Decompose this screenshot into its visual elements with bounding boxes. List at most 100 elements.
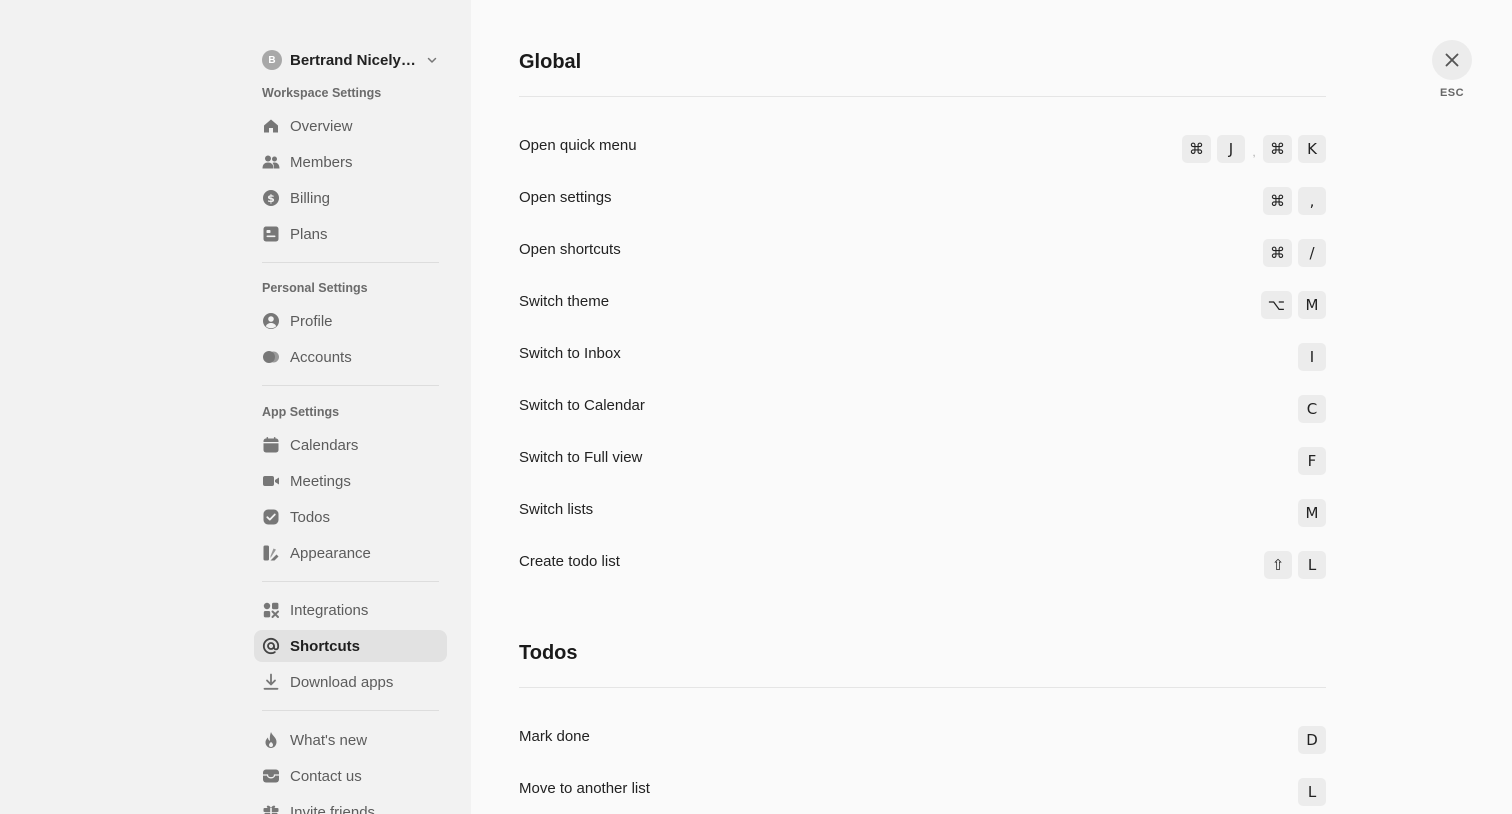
close-control: ESC — [1431, 40, 1473, 99]
key-cap: / — [1298, 239, 1326, 267]
sidebar-item-integrations[interactable]: Integrations — [254, 594, 447, 626]
key-cap: J — [1217, 135, 1245, 163]
sidebar-item-shortcuts[interactable]: Shortcuts — [254, 630, 447, 662]
settings-app: B Bertrand Nicelyd... Workspace Settings… — [0, 0, 1512, 814]
sidebar-item-label: Plans — [290, 225, 328, 243]
sidebar-item-todos[interactable]: Todos — [254, 501, 447, 533]
section-divider — [519, 687, 1326, 688]
sidebar-item-label: Download apps — [290, 673, 394, 691]
key-cap: I — [1298, 343, 1326, 371]
shortcut-keys: C — [1298, 395, 1326, 423]
key-cap: ⇧ — [1264, 551, 1292, 579]
shortcut-label: Open quick menu — [519, 136, 637, 154]
sidebar-item-label: Accounts — [290, 348, 352, 366]
sidebar-item-label: Todos — [290, 508, 331, 526]
shortcut-row: Move to another list L — [519, 766, 1326, 814]
sidebar-item-label: Meetings — [290, 472, 351, 490]
shortcut-keys: D — [1298, 726, 1326, 754]
sidebar-item-label: Appearance — [290, 544, 371, 562]
key-cap: ⌘ — [1263, 135, 1292, 163]
sidebar-item-label: Overview — [290, 117, 353, 135]
shortcut-keys: I — [1298, 343, 1326, 371]
sidebar-item-label: Members — [290, 153, 353, 171]
shortcut-label: Switch to Full view — [519, 448, 643, 466]
sidebar-item-label: Integrations — [290, 601, 369, 619]
sidebar-item-plans[interactable]: Plans — [254, 218, 447, 250]
todos-shortcuts-list: Mark done D Move to another list L — [519, 714, 1326, 814]
palette-icon — [262, 544, 280, 562]
sidebar-item-billing[interactable]: $ Billing — [254, 182, 447, 214]
shortcut-label: Switch to Inbox — [519, 344, 621, 362]
sidebar-item-label: Profile — [290, 312, 333, 330]
account-name: Bertrand Nicelyd... — [290, 51, 420, 69]
inbox-icon — [262, 767, 280, 785]
shortcut-row: Switch theme ⌥ M — [519, 279, 1326, 331]
accounts-icon — [262, 348, 280, 366]
shortcut-row: Open shortcuts ⌘ / — [519, 227, 1326, 279]
key-cap: ⌘ — [1182, 135, 1211, 163]
sidebar-item-overview[interactable]: Overview — [254, 110, 447, 142]
key-cap: ⌘ — [1263, 239, 1292, 267]
shortcut-label: Create todo list — [519, 552, 620, 570]
key-cap: F — [1298, 447, 1326, 475]
shortcut-keys: L — [1298, 778, 1326, 806]
shortcut-keys: ⌘ , — [1263, 187, 1326, 215]
section-title-todos: Todos — [519, 641, 578, 664]
app-settings-label: App Settings — [262, 405, 340, 419]
sidebar-item-accounts[interactable]: Accounts — [254, 341, 447, 373]
account-switcher[interactable]: B Bertrand Nicelyd... — [254, 42, 447, 78]
download-icon — [262, 673, 280, 691]
sidebar-item-label: Calendars — [290, 436, 359, 454]
shortcut-keys: ⇧ L — [1264, 551, 1326, 579]
shortcut-row: Switch to Inbox I — [519, 331, 1326, 383]
sidebar-item-profile[interactable]: Profile — [254, 305, 447, 337]
user-circle-icon — [262, 312, 280, 330]
close-icon — [1445, 53, 1459, 67]
calendar-icon — [262, 436, 280, 454]
key-cap: L — [1298, 778, 1326, 806]
home-icon — [262, 117, 280, 135]
sidebar-item-whats-new[interactable]: What's new — [254, 724, 447, 756]
shortcut-label: Switch to Calendar — [519, 396, 645, 414]
shortcut-label: Open settings — [519, 188, 612, 206]
sidebar-item-calendars[interactable]: Calendars — [254, 429, 447, 461]
sidebar-item-label: Invite friends — [290, 803, 376, 814]
shortcut-row: Create todo list ⇧ L — [519, 539, 1326, 591]
sidebar-item-download-apps[interactable]: Download apps — [254, 666, 447, 698]
shortcut-label: Mark done — [519, 727, 590, 745]
chevron-down-icon — [427, 57, 437, 63]
shortcut-row: Switch lists M — [519, 487, 1326, 539]
key-separator: , — [1252, 145, 1256, 159]
sidebar-item-label: Contact us — [290, 767, 362, 785]
global-shortcuts-list: Open quick menu ⌘ J , ⌘ K Open settings … — [519, 123, 1326, 591]
shortcut-row: Open quick menu ⌘ J , ⌘ K — [519, 123, 1326, 175]
sidebar-item-contact-us[interactable]: Contact us — [254, 760, 447, 792]
personal-settings-label: Personal Settings — [262, 281, 368, 295]
key-cap: ⌥ — [1260, 291, 1292, 319]
avatar: B — [262, 50, 282, 70]
shortcut-label: Open shortcuts — [519, 240, 621, 258]
shortcut-keys: F — [1298, 447, 1326, 475]
key-cap: M — [1298, 499, 1326, 527]
close-button[interactable] — [1432, 40, 1472, 80]
gift-icon — [262, 803, 280, 814]
key-cap: C — [1298, 395, 1326, 423]
sidebar-item-members[interactable]: Members — [254, 146, 447, 178]
people-icon — [262, 153, 280, 171]
key-cap: D — [1298, 726, 1326, 754]
svg-text:$: $ — [267, 192, 275, 205]
sidebar-item-invite-friends[interactable]: Invite friends — [254, 796, 447, 814]
key-cap: L — [1298, 551, 1326, 579]
key-cap: M — [1298, 291, 1326, 319]
shortcut-label: Switch theme — [519, 292, 610, 310]
shortcut-keys: M — [1298, 499, 1326, 527]
shortcut-row: Open settings ⌘ , — [519, 175, 1326, 227]
key-cap: , — [1298, 187, 1326, 215]
plans-icon — [262, 225, 280, 243]
shortcut-label: Switch lists — [519, 500, 594, 518]
shortcut-row: Switch to Calendar C — [519, 383, 1326, 435]
sidebar-item-appearance[interactable]: Appearance — [254, 537, 447, 569]
integrations-icon — [262, 601, 280, 619]
sidebar-item-meetings[interactable]: Meetings — [254, 465, 447, 497]
section-title-global: Global — [519, 50, 582, 73]
